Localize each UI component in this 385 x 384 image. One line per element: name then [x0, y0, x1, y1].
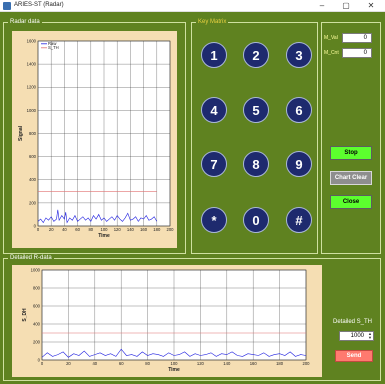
close-window-button[interactable]: ✕	[362, 0, 380, 12]
close-button[interactable]: Close	[330, 195, 372, 209]
x-tick-label: 160	[250, 361, 258, 366]
y-tick-label: 200	[33, 339, 41, 344]
x-tick-label: 60	[119, 361, 124, 366]
app-icon	[3, 2, 11, 10]
x-tick-label: 100	[171, 361, 179, 366]
x-tick-label: 180	[276, 361, 284, 366]
legend-label: S_TH	[48, 45, 59, 50]
x-tick-label: 120	[197, 361, 205, 366]
x-tick-label: 80	[145, 361, 150, 366]
y-tick-label: 600	[33, 303, 41, 308]
y-tick-label: 1200	[27, 85, 37, 90]
app-client-area: Radar data 0 200 400 600 800 1000 1200 1400 1600…	[0, 12, 385, 384]
m-cnt-label: M_Cnt	[324, 50, 339, 56]
stop-button[interactable]: Stop	[330, 146, 372, 160]
radar-data-group: Radar data 0 200 400 600 800 1000 1200 1400 1600…	[3, 18, 186, 254]
x-tick-label: 20	[49, 227, 54, 232]
x-tick-label: 200	[167, 227, 175, 232]
m-cnt-field[interactable]: 0	[342, 48, 372, 58]
m-val-label: M_Val	[324, 35, 338, 41]
x-tick-label: 140	[223, 361, 231, 366]
y-tick-label: 1000	[27, 108, 37, 113]
y-tick-label: 400	[29, 177, 37, 182]
x-tick-label: 160	[140, 227, 148, 232]
x-tick-label: 120	[114, 227, 122, 232]
x-tick-label: 40	[62, 227, 67, 232]
detailed-chart-panel: 0 200 400 600 800 1000 0 20 40 60 80 100 120 140 160 18…	[12, 265, 322, 377]
key-6-button[interactable]: 6	[286, 97, 312, 123]
x-tick-label: 80	[88, 227, 93, 232]
x-tick-label: 140	[127, 227, 135, 232]
y-tick-label: 200	[29, 200, 37, 205]
y-tick-label: 1600	[27, 38, 37, 43]
key-8-button[interactable]: 8	[243, 151, 269, 177]
y-tick-label: 400	[33, 321, 41, 326]
x-tick-label: 20	[66, 361, 71, 366]
key-5-button[interactable]: 5	[243, 97, 269, 123]
x-tick-label: 0	[37, 227, 40, 232]
key-0-button[interactable]: 0	[243, 207, 269, 233]
x-tick-label: 200	[303, 361, 311, 366]
detailed-data-title: Detailed R-data	[8, 254, 54, 263]
x-tick-label: 0	[41, 361, 44, 366]
key-4-button[interactable]: 4	[201, 97, 227, 123]
radar-chart: 020040060080010001200140016000 20 40 60 80 10…	[18, 38, 175, 239]
x-axis-title: Time	[98, 233, 110, 239]
key-3-button[interactable]: 3	[286, 42, 312, 68]
y-tick-label: 600	[29, 154, 37, 159]
detailed-data-group: Detailed R-data 0 200 400 600 800 1000 0 20 40 60…	[3, 254, 381, 381]
m-val-field[interactable]: 0	[342, 33, 372, 43]
y-tick-label: 800	[33, 285, 41, 290]
radar-data-title: Radar data	[8, 18, 42, 27]
spin-arrows-icon[interactable]: ▲ ▼	[368, 332, 372, 340]
key-1-button[interactable]: 1	[201, 42, 227, 68]
window-title: ARIES-ST (Radar)	[14, 2, 64, 8]
y-tick-label: 800	[29, 131, 37, 136]
detailed-s-th-label: Detailed S_TH	[333, 319, 373, 325]
detailed-chart: 020040060080010000 20 40 60 80 100 120 140 160 18…	[22, 267, 311, 373]
key-2-button[interactable]: 2	[243, 42, 269, 68]
y-axis-title: Signal	[18, 125, 24, 141]
x-tick-label: 100	[101, 227, 109, 232]
y-tick-label: 1000	[31, 267, 41, 272]
x-axis-title: Time	[168, 367, 180, 373]
key-matrix-group: Key Matrix 1 2 3 4 5 6 7 8 9 * 0 #	[191, 18, 318, 254]
y-tick-label: 1400	[27, 62, 37, 67]
key-star-button[interactable]: *	[201, 207, 227, 233]
y-axis-title: S_DH	[22, 308, 28, 322]
control-group: M_Val 0 M_Cnt 0 Stop Chart Clear Close	[321, 22, 381, 254]
send-button[interactable]: Send	[335, 350, 373, 362]
radar-chart-panel: 0 200 400 600 800 1000 1200 1400 1600 0 20 40 60 80 10…	[12, 31, 177, 248]
key-matrix-title: Key Matrix	[196, 18, 229, 27]
minimize-button[interactable]: –	[313, 0, 331, 12]
x-tick-label: 40	[92, 361, 97, 366]
chart-clear-button[interactable]: Chart Clear	[330, 171, 372, 185]
s-th-value: 1000	[350, 333, 364, 339]
title-bar: ARIES-ST (Radar) – ▢ ✕	[0, 0, 385, 12]
key-7-button[interactable]: 7	[201, 151, 227, 177]
x-tick-label: 60	[75, 227, 80, 232]
key-hash-button[interactable]: #	[286, 207, 312, 233]
x-tick-label: 180	[153, 227, 161, 232]
s-th-spinbox[interactable]: 1000 ▲ ▼	[339, 331, 374, 341]
key-9-button[interactable]: 9	[286, 151, 312, 177]
maximize-button[interactable]: ▢	[337, 0, 355, 12]
